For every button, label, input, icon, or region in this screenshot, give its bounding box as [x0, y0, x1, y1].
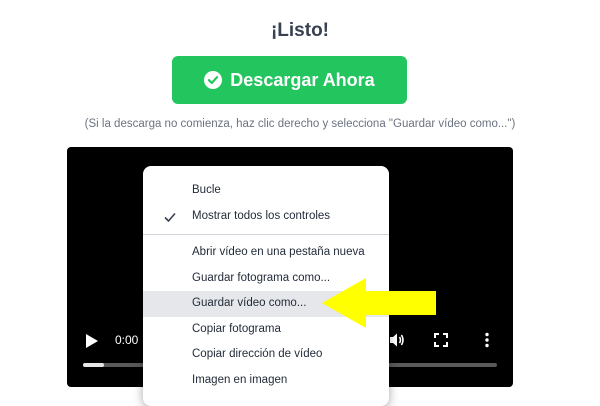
volume-icon[interactable]	[389, 332, 405, 348]
video-time: 0:00	[115, 333, 139, 347]
menu-item-copy-video-address[interactable]: Copiar dirección de vídeo	[143, 342, 389, 368]
menu-item-open-video-new-tab[interactable]: Abrir vídeo en una pestaña nueva	[143, 240, 389, 266]
menu-item-label: Guardar fotograma como...	[192, 271, 331, 284]
download-now-label: Descargar Ahora	[230, 69, 375, 90]
download-hint: (Si la descarga no comienza, haz clic de…	[84, 118, 516, 130]
menu-item-label: Bucle	[192, 184, 221, 196]
menu-item-label: Guardar vídeo como...	[192, 297, 307, 309]
menu-divider	[143, 234, 389, 235]
fullscreen-icon[interactable]	[434, 333, 448, 347]
menu-item-picture-in-picture[interactable]: Imagen en imagen	[143, 368, 389, 394]
checkmark-icon	[164, 212, 176, 222]
menu-item-label: Imagen en imagen	[192, 373, 288, 386]
menu-item-label: Mostrar todos los controles	[192, 209, 331, 222]
download-now-button[interactable]: Descargar Ahora	[172, 56, 407, 104]
menu-item-label: Copiar fotograma	[192, 322, 281, 335]
menu-item-show-all-controls[interactable]: Mostrar todos los controles	[143, 204, 389, 230]
menu-item-loop[interactable]: Bucle	[143, 178, 389, 204]
check-circle-icon	[204, 71, 223, 89]
arrow-pointer-icon	[322, 278, 436, 328]
more-vertical-icon[interactable]	[484, 332, 490, 348]
video-progress-fill	[83, 363, 104, 367]
play-icon[interactable]	[85, 333, 99, 349]
menu-item-label: Abrir vídeo en una pestaña nueva	[192, 246, 365, 258]
page-title: ¡Listo!	[270, 20, 330, 41]
menu-item-label: Copiar dirección de vídeo	[192, 348, 323, 360]
